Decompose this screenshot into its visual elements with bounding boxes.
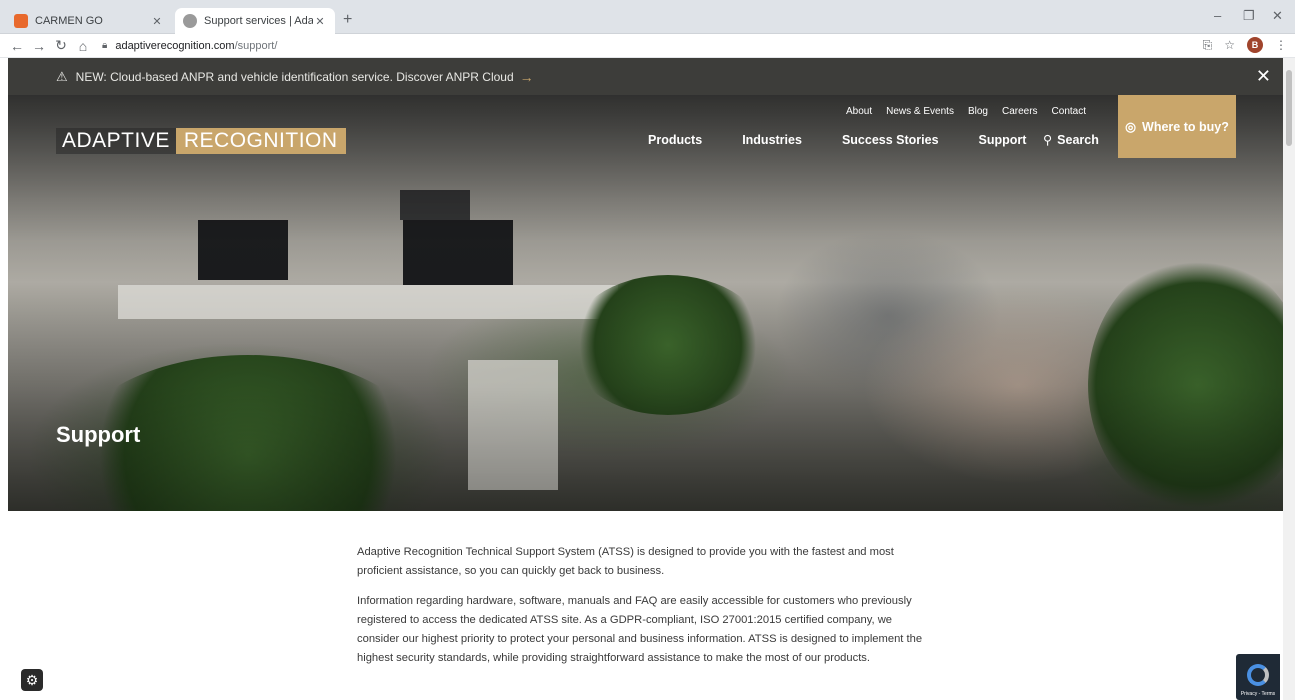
close-tab-icon[interactable]: ✕ [313, 15, 327, 28]
browser-tabstrip: CARMEN GO ✕ Support services | Adaptive … [0, 0, 1295, 34]
support-intro-text: Adaptive Recognition Technical Support S… [357, 543, 927, 679]
nav-link-careers[interactable]: Careers [1002, 106, 1038, 117]
reload-icon[interactable]: ↻ [50, 37, 72, 54]
close-tab-icon[interactable]: ✕ [150, 15, 164, 28]
logo-text-adaptive: ADAPTIVE [56, 128, 176, 154]
new-tab-button[interactable]: + [343, 12, 352, 28]
bookmark-star-icon[interactable]: ☆ [1224, 38, 1235, 52]
nav-link-news-events[interactable]: News & Events [886, 106, 954, 117]
browser-tab-support[interactable]: Support services | Adaptive Reco ✕ [175, 8, 335, 34]
nav-link-blog[interactable]: Blog [968, 106, 988, 117]
hero-overlay [8, 95, 1283, 511]
warning-icon: ⚠ [56, 68, 68, 84]
address-bar: ← → ↻ ⌂ 🔒︎ adaptiverecognition.com/suppo… [0, 34, 1295, 58]
restore-button[interactable]: ❐ [1243, 8, 1255, 24]
site-favicon-icon [183, 14, 197, 28]
search-icon: ⚲ [1043, 133, 1053, 147]
nav-item-products[interactable]: Products [648, 133, 702, 147]
main-nav: Products Industries Success Stories Supp… [648, 133, 1026, 147]
home-icon[interactable]: ⌂ [72, 38, 94, 54]
tab-title: CARMEN GO [35, 15, 103, 27]
close-window-button[interactable]: ✕ [1272, 8, 1283, 24]
translate-icon[interactable]: ⎘ [1203, 38, 1213, 53]
forward-arrow-icon[interactable]: → [28, 38, 50, 54]
carmen-favicon-icon [14, 14, 28, 28]
scrollbar-thumb[interactable] [1286, 70, 1292, 146]
tab-title: Support services | Adaptive Reco [204, 15, 313, 27]
page-title: Support [56, 422, 141, 447]
recaptcha-icon [1247, 664, 1269, 686]
arrow-right-icon: → [519, 68, 534, 85]
menu-kebab-icon[interactable]: ⋮ [1275, 38, 1287, 52]
browser-tab-carmen[interactable]: CARMEN GO ✕ [6, 8, 172, 34]
top-nav: About News & Events Blog Careers Contact [846, 106, 1086, 117]
minimize-button[interactable]: – [1214, 8, 1221, 23]
page-scrollbar[interactable] [1283, 58, 1295, 700]
site-logo[interactable]: ADAPTIVE RECOGNITION [56, 128, 346, 154]
lock-icon: 🔒︎ [102, 40, 108, 51]
nav-link-about[interactable]: About [846, 106, 872, 117]
close-announcement-icon[interactable]: ✕ [1256, 66, 1271, 87]
nav-item-support[interactable]: Support [979, 133, 1027, 147]
where-to-buy-button[interactable]: ◎ Where to buy? [1118, 95, 1236, 158]
location-pin-icon: ◎ [1125, 120, 1137, 134]
nav-item-industries[interactable]: Industries [742, 133, 802, 147]
search-label: Search [1057, 133, 1099, 147]
logo-text-recognition: RECOGNITION [175, 128, 346, 154]
back-arrow-icon[interactable]: ← [6, 38, 28, 54]
hero-banner: ADAPTIVE RECOGNITION About News & Events… [8, 95, 1283, 511]
announcement-bar[interactable]: ⚠ NEW: Cloud-based ANPR and vehicle iden… [8, 58, 1283, 95]
recaptcha-text[interactable]: Privacy - Terms [1241, 691, 1275, 697]
recaptcha-badge[interactable]: Privacy - Terms [1236, 654, 1280, 700]
intro-paragraph: Adaptive Recognition Technical Support S… [357, 546, 894, 577]
profile-avatar[interactable]: B [1247, 37, 1263, 53]
url-path: /support/ [234, 39, 278, 52]
nav-link-contact[interactable]: Contact [1052, 106, 1086, 117]
announcement-text[interactable]: NEW: Cloud-based ANPR and vehicle identi… [76, 70, 514, 84]
url-host: adaptiverecognition.com [115, 39, 235, 52]
where-to-buy-label: Where to buy? [1142, 119, 1229, 134]
cookie-settings-gear-icon[interactable]: ⚙ [21, 669, 43, 691]
intro-paragraph: Information regarding hardware, software… [357, 595, 923, 664]
search-button[interactable]: ⚲ Search [1043, 132, 1099, 147]
nav-item-success-stories[interactable]: Success Stories [842, 133, 939, 147]
url-field[interactable]: 🔒︎ adaptiverecognition.com/support/ [102, 40, 277, 52]
